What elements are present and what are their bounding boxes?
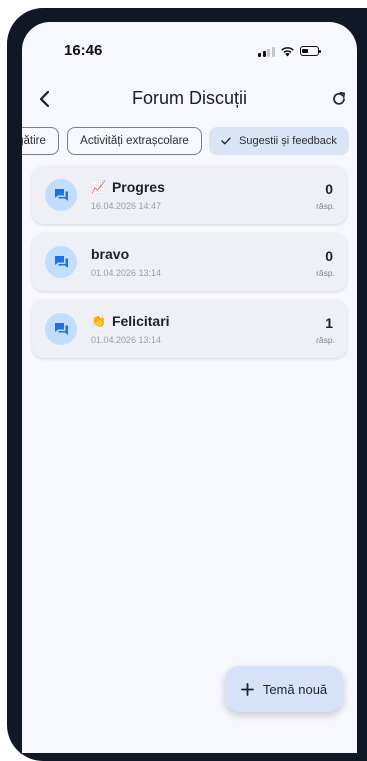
topic-card-bravo[interactable]: bravo 01.04.2026 13:14 0 răsp. — [32, 233, 347, 291]
chip-sugestii-feedback[interactable]: Sugestii și feedback — [209, 127, 349, 155]
new-topic-button[interactable]: Temă nouă — [225, 666, 343, 712]
topic-title-row: 👏 Felicitari — [91, 313, 170, 329]
reply-count-label: răsp. — [316, 201, 335, 211]
chip-label: Sugestii și feedback — [239, 135, 337, 147]
chip-gatire[interactable]: gătire — [22, 127, 59, 155]
reply-count: 0 — [325, 181, 333, 197]
clapping-hands-emoji-icon: 👏 — [91, 314, 106, 328]
check-icon — [221, 137, 231, 145]
topic-title: Felicitari — [111, 313, 170, 329]
wifi-icon — [280, 46, 294, 56]
status-icons — [258, 44, 321, 58]
chip-label: gătire — [22, 135, 46, 147]
chip-label: Activități extrașcolare — [80, 135, 189, 147]
signal-icon — [258, 46, 275, 57]
page-title: Forum Discuții — [131, 88, 247, 108]
refresh-button[interactable] — [326, 86, 352, 112]
topic-title: Progres — [111, 179, 165, 195]
chip-activitati-extrascolare[interactable]: Activități extrașcolare — [67, 127, 202, 155]
reply-count: 0 — [325, 248, 333, 264]
topic-title-row: 📈 Progres — [91, 179, 165, 195]
category-filter-chips: gătire Activități extrașcolare Sugestii … — [22, 127, 357, 157]
topic-date: 01.04.2026 13:14 — [91, 268, 162, 278]
chart-emoji-icon: 📈 — [91, 180, 106, 194]
new-topic-label: Temă nouă — [262, 681, 328, 697]
forum-icon — [45, 313, 77, 345]
status-time: 16:46 — [64, 42, 103, 59]
plus-icon — [240, 682, 254, 696]
reply-count-label: răsp. — [316, 268, 335, 278]
forum-icon — [45, 179, 77, 211]
topic-card-progres[interactable]: 📈 Progres 16.04.2026 14:47 0 răsp. — [32, 166, 347, 224]
topic-date: 16.04.2026 14:47 — [91, 201, 162, 211]
topic-title-row: bravo — [91, 246, 129, 262]
topic-title: bravo — [91, 246, 130, 262]
app-screen: 16:46 Forum Discuții gătire Activități e… — [22, 22, 357, 753]
reply-count: 1 — [325, 315, 333, 331]
forum-icon — [45, 246, 77, 278]
refresh-icon — [333, 91, 346, 105]
battery-icon — [299, 46, 321, 56]
topic-card-felicitari[interactable]: 👏 Felicitari 01.04.2026 13:14 1 răsp. — [32, 300, 347, 358]
topic-date: 01.04.2026 13:14 — [91, 335, 162, 345]
reply-count-label: răsp. — [316, 335, 335, 345]
